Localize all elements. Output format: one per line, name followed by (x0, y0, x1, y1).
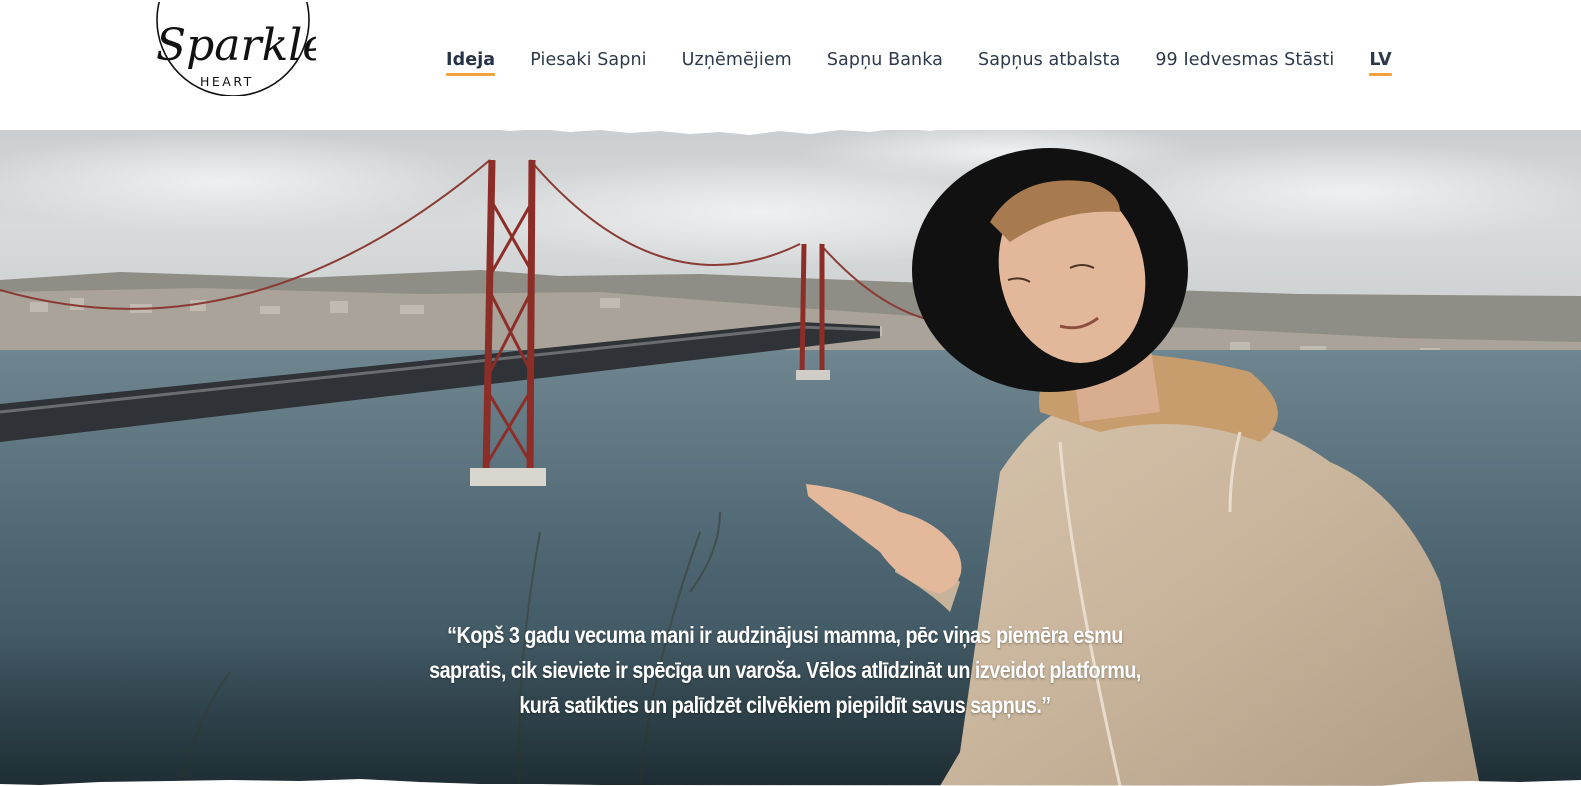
logo-script-text: Sparkle (156, 20, 316, 71)
main-nav: Ideja Piesaki Sapni Uzņēmējiem Sapņu Ban… (446, 50, 1392, 76)
site-header: Sparkle HEART Ideja Piesaki Sapni Uzņēmē… (0, 0, 1581, 130)
nav-item-uznemejiem[interactable]: Uzņēmējiem (682, 50, 792, 76)
nav-item-99-iedvesmas-stasti[interactable]: 99 Iedvesmas Stāsti (1155, 50, 1334, 76)
sparkle-heart-logo[interactable]: Sparkle HEART (150, 0, 316, 96)
torn-paper-edge-bottom (0, 779, 1581, 786)
page: Sparkle HEART Ideja Piesaki Sapni Uzņēmē… (0, 0, 1581, 786)
hero-quote: “Kopš 3 gadu vecuma mani ir audzinājusi … (429, 622, 1141, 718)
language-switcher[interactable]: LV (1369, 50, 1392, 76)
nav-item-sapnu-banka[interactable]: Sapņu Banka (827, 50, 943, 76)
logo-sub-text: HEART (200, 74, 254, 89)
nav-item-piesaki-sapni[interactable]: Piesaki Sapni (530, 50, 646, 76)
nav-item-sapnus-atbalsta[interactable]: Sapņus atbalsta (978, 50, 1120, 76)
nav-item-ideja[interactable]: Ideja (446, 50, 496, 76)
